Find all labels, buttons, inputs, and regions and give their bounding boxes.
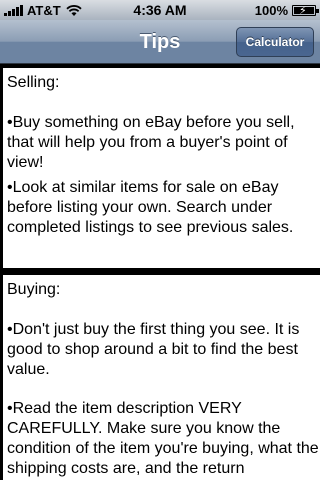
status-right: 100% ⚡ <box>254 3 319 18</box>
tip-item: •Read the item description VERY CAREFULL… <box>7 400 319 477</box>
battery-percent: 100% <box>254 3 288 18</box>
tip-item: •Look at similar items for sale on eBay … <box>7 179 294 236</box>
calculator-button[interactable]: Calculator <box>236 27 314 57</box>
status-bar: AT&T 4:36 AM 100% ⚡ <box>0 0 320 20</box>
navigation-bar: Tips Calculator <box>0 20 320 64</box>
tips-scroll-view[interactable]: Selling: •Buy something on eBay before y… <box>0 65 320 480</box>
tip-item: •Don't just buy the first thing you see.… <box>7 321 300 378</box>
selling-tips-panel: Selling: •Buy something on eBay before y… <box>3 68 320 268</box>
section-heading-buying: Buying: <box>7 281 61 298</box>
battery-icon: ⚡ <box>292 5 319 17</box>
section-heading-selling: Selling: <box>7 74 60 91</box>
buying-tips-panel: Buying: •Don't just buy the first thing … <box>3 275 320 480</box>
tip-item: •Buy something on eBay before you sell, … <box>7 114 295 171</box>
